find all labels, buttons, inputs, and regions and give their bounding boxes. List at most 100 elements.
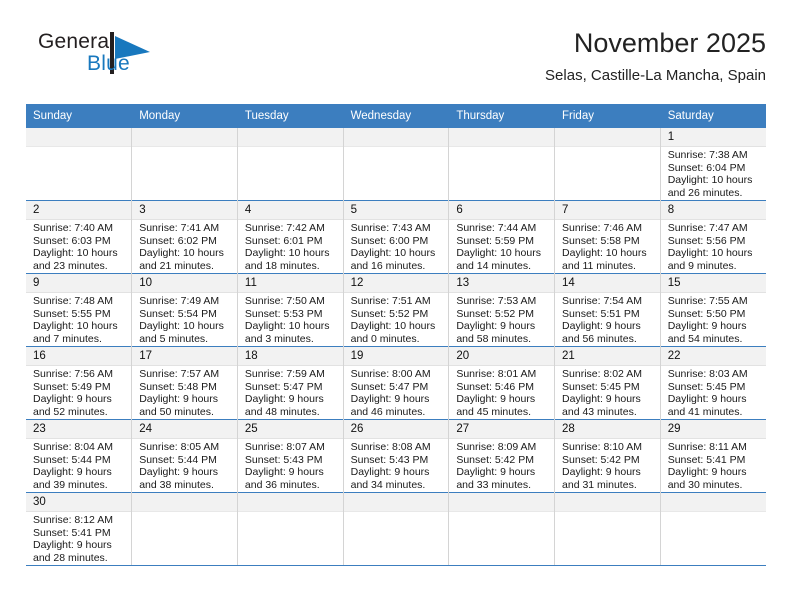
calendar-day-cell[interactable]: 16 Sunrise: 7:56 AM Sunset: 5:49 PM Dayligh… — [26, 346, 133, 420]
calendar-day-cell[interactable]: 11 Sunrise: 7:50 AM Sunset: 5:53 PM Dayligh… — [237, 273, 344, 347]
day-number: 14 — [555, 274, 660, 293]
day-details — [661, 512, 766, 514]
daylight-text-cont: and 18 minutes. — [244, 259, 320, 272]
day-details: Sunrise: 8:08 AM Sunset: 5:43 PM Daylight:… — [344, 439, 449, 491]
calendar-day-cell[interactable]: 12 Sunrise: 7:51 AM Sunset: 5:52 PM Dayligh… — [343, 273, 450, 347]
sunrise-text: Sunrise: 8:12 AM — [33, 514, 113, 526]
sunrise-text: Sunrise: 7:38 AM — [667, 149, 748, 161]
day-details — [555, 512, 660, 514]
day-details: Sunrise: 7:57 AM Sunset: 5:48 PM Daylight:… — [132, 366, 237, 418]
day-details: Sunrise: 7:41 AM Sunset: 6:02 PM Daylight:… — [132, 220, 237, 272]
calendar-day-cell[interactable]: 22 Sunrise: 8:03 AM Sunset: 5:45 PM Dayligh… — [660, 346, 766, 420]
calendar-day-cell[interactable]: 17 Sunrise: 7:57 AM Sunset: 5:48 PM Dayligh… — [131, 346, 238, 420]
day-number: 18 — [237, 347, 343, 366]
day-number: 2 — [26, 201, 132, 220]
calendar-day-cell[interactable]: 3 Sunrise: 7:41 AM Sunset: 6:02 PM Daylight… — [131, 200, 238, 274]
calendar-day-cell[interactable]: 20 Sunrise: 8:01 AM Sunset: 5:46 PM Dayligh… — [448, 346, 556, 420]
day-number: 3 — [132, 201, 237, 220]
day-details — [344, 512, 449, 514]
day-details — [238, 147, 343, 149]
daylight-text: Daylight: 9 hours — [562, 466, 641, 479]
day-details: Sunrise: 7:46 AM Sunset: 5:58 PM Daylight:… — [555, 220, 660, 272]
daylight-text-cont: and 3 minutes. — [244, 332, 314, 345]
calendar-day-cell[interactable]: 5 Sunrise: 7:43 AM Sunset: 6:00 PM Daylight… — [343, 200, 450, 274]
day-number: 16 — [26, 347, 132, 366]
calendar-day-cell[interactable]: 14 Sunrise: 7:54 AM Sunset: 5:51 PM Dayligh… — [554, 273, 661, 347]
sunset-text: Sunset: 5:45 PM — [667, 380, 746, 393]
day-number — [449, 493, 555, 512]
calendar-day-cell[interactable]: 24 Sunrise: 8:05 AM Sunset: 5:44 PM Dayligh… — [131, 419, 238, 493]
daylight-text: Daylight: 9 hours — [667, 320, 747, 333]
calendar-day-cell[interactable]: 10 Sunrise: 7:49 AM Sunset: 5:54 PM Dayligh… — [131, 273, 238, 347]
brand-logo[interactable]: General Blue — [26, 30, 256, 92]
calendar-day-cell[interactable]: 7 Sunrise: 7:46 AM Sunset: 5:58 PM Daylight… — [554, 200, 661, 274]
day-number: 17 — [132, 347, 237, 366]
daylight-text: Daylight: 9 hours — [667, 393, 747, 406]
calendar-day-cell[interactable]: 9 Sunrise: 7:48 AM Sunset: 5:55 PM Daylight… — [26, 273, 133, 347]
calendar-day-cell[interactable]: 26 Sunrise: 8:08 AM Sunset: 5:43 PM Dayligh… — [343, 419, 450, 493]
sunset-text: Sunset: 5:47 PM — [244, 380, 323, 393]
day-number: 13 — [449, 274, 555, 293]
calendar-day-cell[interactable]: 18 Sunrise: 7:59 AM Sunset: 5:47 PM Dayligh… — [237, 346, 344, 420]
day-details — [26, 147, 131, 149]
title-block: November 2025 Selas, Castille-La Mancha,… — [545, 26, 766, 87]
calendar-day-cell[interactable]: 29 Sunrise: 8:11 AM Sunset: 5:41 PM Dayligh… — [660, 419, 766, 493]
calendar-day-cell[interactable]: 21 Sunrise: 8:02 AM Sunset: 5:45 PM Dayligh… — [554, 346, 661, 420]
day-details: Sunrise: 8:00 AM Sunset: 5:47 PM Daylight:… — [344, 366, 449, 418]
daylight-text: Daylight: 9 hours — [350, 393, 430, 406]
calendar-day-cell[interactable]: 2 Sunrise: 7:40 AM Sunset: 6:03 PM Daylight… — [26, 200, 133, 274]
day-details: Sunrise: 7:44 AM Sunset: 5:59 PM Daylight:… — [449, 220, 554, 272]
sunset-text: Sunset: 5:44 PM — [139, 453, 217, 466]
calendar-day-cell[interactable]: 27 Sunrise: 8:09 AM Sunset: 5:42 PM Dayligh… — [448, 419, 556, 493]
day-number: 20 — [449, 347, 555, 366]
calendar-day-cell[interactable]: 15 Sunrise: 7:55 AM Sunset: 5:50 PM Dayligh… — [660, 273, 766, 347]
day-details: Sunrise: 8:05 AM Sunset: 5:44 PM Daylight:… — [132, 439, 237, 491]
sunrise-text: Sunrise: 8:07 AM — [244, 441, 325, 453]
calendar-day-cell[interactable]: 25 Sunrise: 8:07 AM Sunset: 5:43 PM Dayligh… — [237, 419, 344, 493]
calendar-cell-empty — [343, 492, 450, 566]
sunrise-text: Sunrise: 7:42 AM — [244, 222, 325, 234]
calendar-day-cell[interactable]: 4 Sunrise: 7:42 AM Sunset: 6:01 PM Daylight… — [237, 200, 344, 274]
day-number: 7 — [555, 201, 660, 220]
day-number: 25 — [237, 420, 343, 439]
daylight-text: Daylight: 10 hours — [139, 247, 224, 260]
daylight-text-cont: and 0 minutes. — [350, 332, 420, 345]
weekday-header-sunday: Sunday — [26, 104, 133, 128]
daylight-text: Daylight: 9 hours — [562, 393, 641, 406]
day-cell-inner: 9 Sunrise: 7:48 AM Sunset: 5:55 PM Daylight… — [26, 274, 132, 346]
calendar-day-cell[interactable]: 6 Sunrise: 7:44 AM Sunset: 5:59 PM Daylight… — [448, 200, 556, 274]
calendar-day-cell[interactable]: 19 Sunrise: 8:00 AM Sunset: 5:47 PM Dayligh… — [343, 346, 450, 420]
sunrise-text: Sunrise: 7:48 AM — [33, 295, 113, 307]
sunset-text: Sunset: 5:50 PM — [667, 307, 746, 320]
day-cell-inner: 5 Sunrise: 7:43 AM Sunset: 6:00 PM Daylight… — [343, 201, 449, 273]
calendar-cell-empty — [660, 492, 766, 566]
sunset-text: Sunset: 5:42 PM — [456, 453, 534, 466]
daylight-text-cont: and 48 minutes. — [244, 405, 320, 418]
day-cell-inner: 6 Sunrise: 7:44 AM Sunset: 5:59 PM Daylight… — [449, 201, 555, 273]
day-cell-inner: 11 Sunrise: 7:50 AM Sunset: 5:53 PM Dayligh… — [237, 274, 343, 346]
day-cell-inner — [555, 493, 660, 565]
calendar-day-cell[interactable]: 28 Sunrise: 8:10 AM Sunset: 5:42 PM Dayligh… — [554, 419, 661, 493]
day-cell-inner: 3 Sunrise: 7:41 AM Sunset: 6:02 PM Daylight… — [132, 201, 237, 273]
day-number — [555, 128, 660, 147]
calendar-week-row: 2 Sunrise: 7:40 AM Sunset: 6:03 PM Daylight… — [26, 200, 766, 274]
sunrise-text: Sunrise: 8:10 AM — [562, 441, 642, 453]
day-number: 9 — [26, 274, 132, 293]
calendar-day-cell[interactable]: 13 Sunrise: 7:53 AM Sunset: 5:52 PM Dayligh… — [448, 273, 556, 347]
day-number: 23 — [26, 420, 132, 439]
daylight-text: Daylight: 10 hours — [350, 320, 436, 333]
sunset-text: Sunset: 5:45 PM — [562, 380, 640, 393]
day-cell-inner: 4 Sunrise: 7:42 AM Sunset: 6:01 PM Daylight… — [237, 201, 343, 273]
calendar-day-cell[interactable]: 23 Sunrise: 8:04 AM Sunset: 5:44 PM Dayligh… — [26, 419, 133, 493]
day-details — [555, 147, 660, 149]
day-details: Sunrise: 7:49 AM Sunset: 5:54 PM Daylight:… — [132, 293, 237, 345]
day-number: 30 — [26, 493, 132, 512]
sunrise-text: Sunrise: 7:46 AM — [562, 222, 642, 234]
day-cell-inner — [26, 128, 132, 200]
calendar-day-cell[interactable]: 8 Sunrise: 7:47 AM Sunset: 5:56 PM Daylight… — [660, 200, 766, 274]
daylight-text-cont: and 50 minutes. — [139, 405, 214, 418]
calendar-day-cell[interactable]: 1 Sunrise: 7:38 AM Sunset: 6:04 PM Daylight… — [660, 128, 766, 201]
daylight-text-cont: and 56 minutes. — [562, 332, 637, 345]
sunset-text: Sunset: 5:43 PM — [244, 453, 323, 466]
calendar-day-cell[interactable]: 30 Sunrise: 8:12 AM Sunset: 5:41 PM Dayligh… — [26, 492, 133, 566]
